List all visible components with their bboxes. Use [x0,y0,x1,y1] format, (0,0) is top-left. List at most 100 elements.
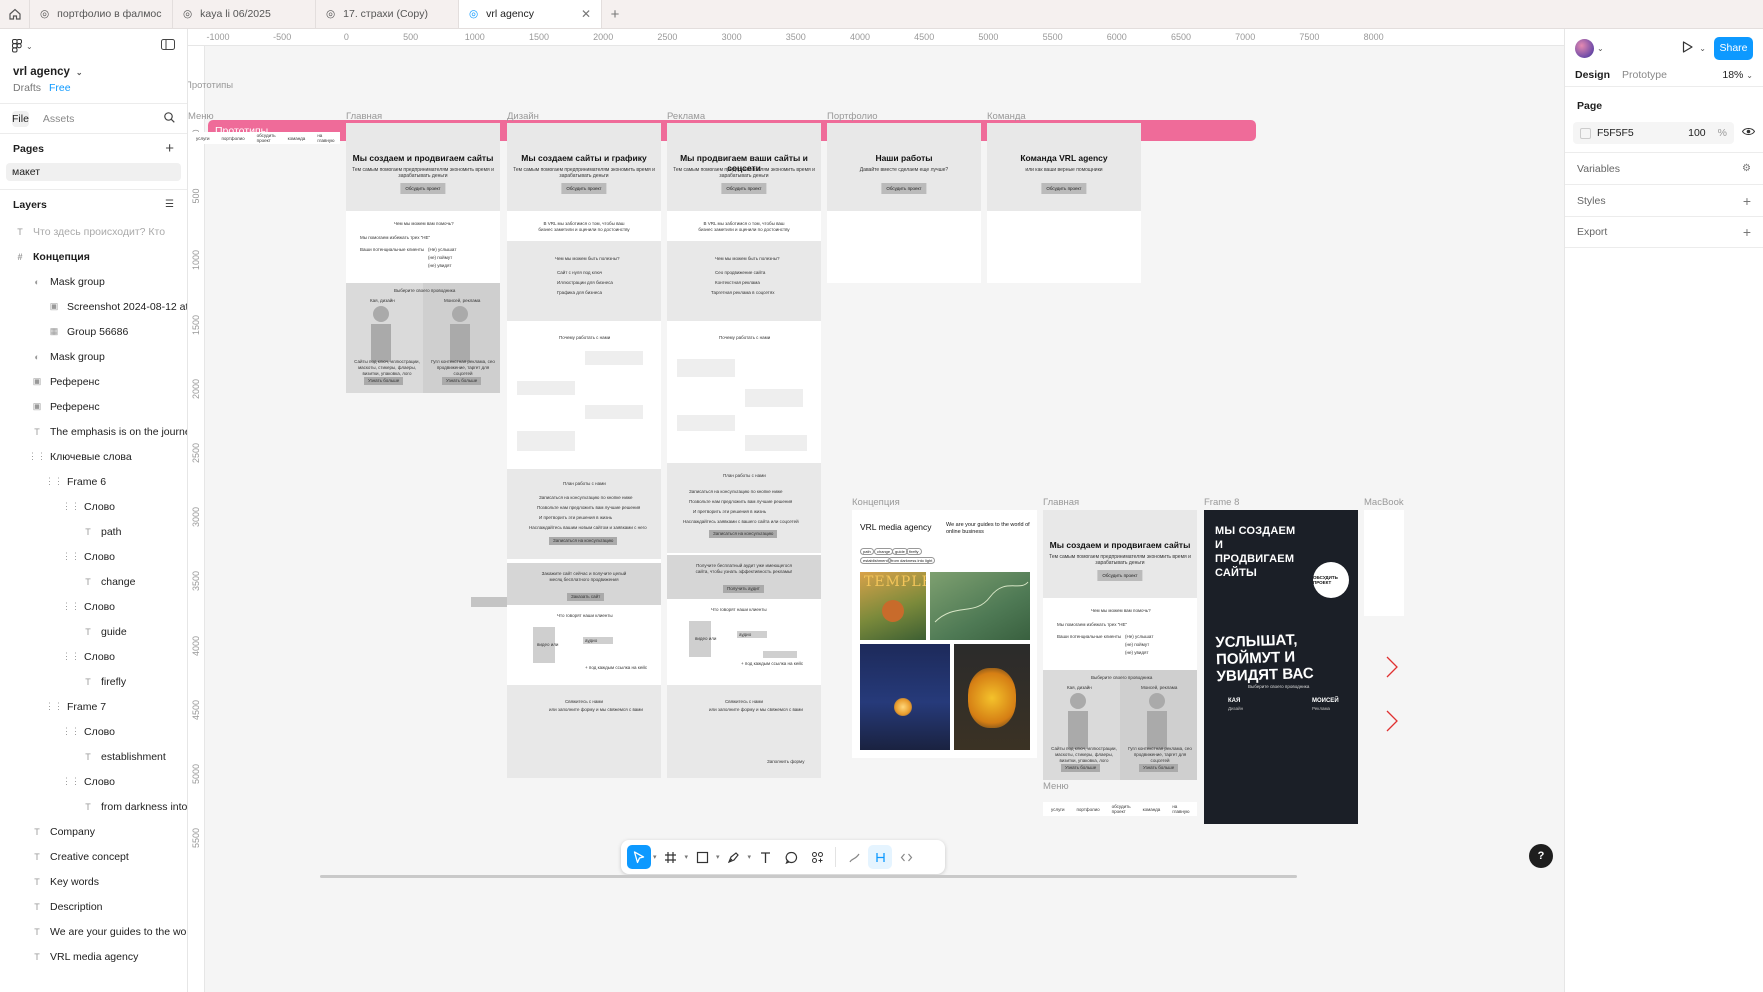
help-button[interactable]: ? [1529,844,1553,868]
layer-row[interactable]: Tpath [0,519,187,544]
plan-badge[interactable]: Free [49,82,71,94]
page-color-field[interactable]: F5F5F5 100 % [1573,122,1734,144]
tab-portfolio[interactable]: ◎ портфолио в фалмос [30,0,173,28]
tab-vrl-agency[interactable]: ◎ vrl agency ✕ [459,0,602,28]
chevron-down-icon[interactable]: ▾ [716,853,720,861]
canvas[interactable]: -1000 -500 0 500 1000 1500 2000 2500 3000 3500 400… [188,29,1564,992]
layer-row[interactable]: ⋮⋮ Слово [0,719,187,744]
tab-fears[interactable]: ◎ 17. страхи (Copy) [316,0,459,28]
frame-label-frame-8[interactable]: Frame 8 [1204,497,1239,508]
visibility-eye-icon[interactable] [1741,127,1756,139]
move-tool[interactable] [627,845,651,869]
layer-row[interactable]: ⋮⋮ Слово [0,594,187,619]
frame-8[interactable]: МЫ СОЗДАЕМ И ПРОДВИГАЕМ САЙТЫ ОБСУДИТЬ П… [1204,510,1358,824]
frame-concept[interactable]: VRL media agency We are your guides to t… [852,510,1037,758]
layer-row[interactable]: ⋮⋮ Ключевые слова [0,444,187,469]
frame-portfolio[interactable]: Наши работы Давайте вместе сделаем еще л… [827,123,981,283]
frame-label-ads[interactable]: Реклама [667,111,705,122]
page-opacity-field[interactable]: 100 [1688,127,1706,139]
layer-row[interactable]: T VRL media agency [0,944,187,969]
horizontal-scrollbar[interactable] [320,875,1297,878]
dev-mode-toggle[interactable] [894,845,918,869]
add-tab-icon[interactable]: + [602,0,628,28]
search-icon[interactable] [164,111,175,126]
add-page-icon[interactable]: + [165,140,174,157]
drafts-link[interactable]: Drafts [13,82,41,94]
avatar[interactable] [1575,38,1594,58]
variables-settings-icon[interactable]: ⚙ [1742,163,1751,174]
tab-design[interactable]: Design [1575,69,1610,81]
layer-row[interactable]: Tguide [0,619,187,644]
styles-row[interactable]: Styles + [1565,184,1763,216]
menu-frame-2[interactable]: услуги портфолио обсудить проект команда… [1043,802,1197,816]
layers-list-icon[interactable]: ☰ [165,199,174,210]
variables-row[interactable]: Variables ⚙ [1565,152,1763,184]
tab-file[interactable]: File [12,110,29,127]
frame-main[interactable]: Мы создаем и продвигаем сайты Тем самым … [346,123,500,393]
chevron-down-icon[interactable]: ▾ [685,853,689,861]
frame-label-portfolio[interactable]: Портфолио [827,111,878,122]
export-row[interactable]: Export + [1565,216,1763,248]
frame-label-design[interactable]: Дизайн [507,111,539,122]
menu-frame[interactable]: услуги портфолио обсудить проект команда… [188,132,340,144]
layer-row[interactable]: ▣ Screenshot 2024-08-12 at 16 [0,294,187,319]
project-name[interactable]: vrl agency ⌄ [0,66,187,78]
frame-label-team[interactable]: Команда [987,111,1026,122]
frame-label-main[interactable]: Главная [346,111,382,122]
layer-row[interactable]: ▣ Референс [0,369,187,394]
frame-main-2[interactable]: Мы создаем и продвигаем сайты Тем самым … [1043,510,1197,780]
comment-tool[interactable] [779,845,803,869]
layer-row[interactable]: Tfirefly [0,669,187,694]
frame-label-concept[interactable]: Концепция [852,497,900,508]
frame-ads[interactable]: Мы продвигаем ваши сайты и соцсети Тем с… [667,123,821,778]
design-mode-toggle[interactable] [868,845,893,869]
layer-row[interactable]: Tfrom darkness into l [0,794,187,819]
frame-team[interactable]: Команда VRL agency или как ваши верные п… [987,123,1141,283]
figma-menu-icon[interactable]: ⌄ [12,39,33,53]
frame-label-menu-2[interactable]: Меню [1043,781,1069,792]
draw-mode-toggle[interactable] [842,845,866,869]
frame-label-macbook[interactable]: MacBook [1364,497,1404,508]
layer-row[interactable]: T Что здесь происходит? Кто [0,219,187,244]
layer-row[interactable]: ⋮⋮ Frame 7 [0,694,187,719]
add-export-icon[interactable]: + [1743,224,1751,240]
layer-row[interactable]: ⋮⋮ Frame 6 [0,469,187,494]
layer-row[interactable]: ⋮⋮ Слово [0,494,187,519]
chevron-down-icon[interactable]: ▾ [748,853,752,861]
layer-row[interactable]: ▦ Group 56686 [0,319,187,344]
layer-row[interactable]: ⋮⋮ Слово [0,769,187,794]
sidebar-toggle-icon[interactable] [161,39,175,53]
zoom-level[interactable]: 18% ⌄ [1722,69,1753,81]
layer-row[interactable]: ◐ Mask group [0,269,187,294]
tab-prototype[interactable]: Prototype [1622,69,1667,81]
frame-label-menu[interactable]: Меню [188,111,214,122]
layer-row[interactable]: Testablishment [0,744,187,769]
frame-design[interactable]: Мы создаем сайты и графику Тем самым пом… [507,123,661,778]
layer-row[interactable]: T Key words [0,869,187,894]
frame-macbook[interactable] [1364,510,1404,616]
layer-row[interactable]: T Company [0,819,187,844]
chevron-down-icon[interactable]: ⌄ [1597,44,1604,53]
present-play-icon[interactable] [1682,40,1693,56]
page-item-maket[interactable]: макет [6,163,181,181]
pen-tool[interactable] [722,845,746,869]
layer-row[interactable]: # Концепция [0,244,187,269]
color-swatch[interactable] [1580,127,1591,139]
tab-assets[interactable]: Assets [43,113,75,125]
layer-row[interactable]: Tchange [0,569,187,594]
layer-row[interactable]: T Creative concept [0,844,187,869]
layer-row[interactable]: T The emphasis is on the journey ar [0,419,187,444]
shape-tool[interactable] [690,845,714,869]
layer-row[interactable]: ⋮⋮ Слово [0,644,187,669]
frame-label-main-2[interactable]: Главная [1043,497,1079,508]
tab-kaya[interactable]: ◎ kaya li 06/2025 [173,0,316,28]
home-icon[interactable] [0,0,30,28]
layer-row[interactable]: ◐ Mask group [0,344,187,369]
share-button[interactable]: Share [1714,36,1753,60]
layer-row[interactable]: T Description [0,894,187,919]
chevron-down-icon[interactable]: ⌄ [1699,44,1706,53]
frame-tool[interactable] [659,845,683,869]
chevron-down-icon[interactable]: ▾ [653,853,657,861]
add-style-icon[interactable]: + [1743,193,1751,209]
layer-row[interactable]: T We are your guides to the world o [0,919,187,944]
